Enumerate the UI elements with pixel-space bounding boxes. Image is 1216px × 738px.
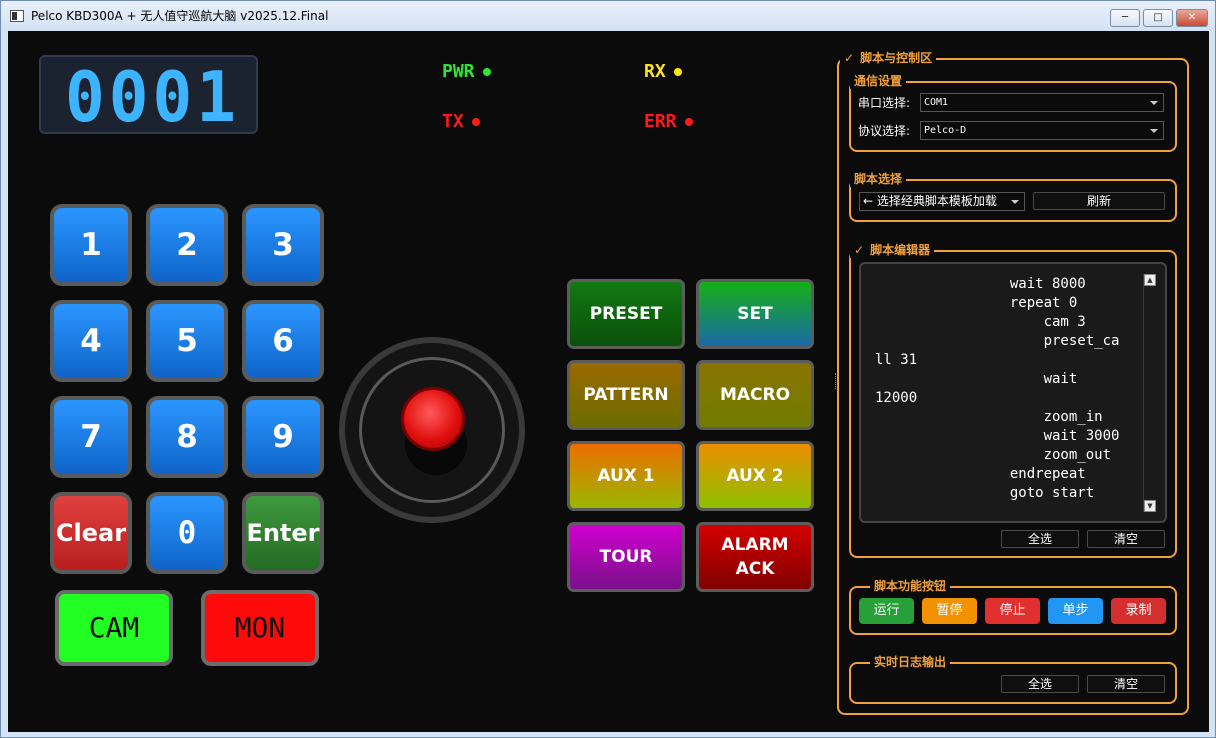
script-select-title: 脚本选择 xyxy=(850,170,907,187)
alarm-ack-button[interactable]: ALARM ACK xyxy=(696,522,814,592)
script-template-select[interactable]: ← 选择经典脚本模板加载 xyxy=(859,192,1025,211)
key-3-button[interactable]: 3 xyxy=(242,204,324,286)
channel-display-value: 0001 xyxy=(65,57,240,138)
port-select-value: COM1 xyxy=(924,97,949,108)
run-button[interactable]: 运行 xyxy=(859,598,914,624)
key-8-button[interactable]: 8 xyxy=(146,396,228,478)
maximize-button[interactable]: □ xyxy=(1143,9,1173,27)
clear-button[interactable]: Clear xyxy=(50,492,132,574)
ptz-joystick[interactable] xyxy=(339,337,525,523)
key-1-button[interactable]: 1 xyxy=(50,204,132,286)
mon-button[interactable]: MON xyxy=(201,590,319,666)
minimize-button[interactable]: ─ xyxy=(1110,9,1140,27)
tx-indicator-label: TX xyxy=(442,111,464,132)
channel-display: 0001 xyxy=(39,55,258,138)
pwr-indicator: PWR xyxy=(442,61,491,82)
err-indicator-label: ERR xyxy=(644,111,677,132)
panel-collapse-check-icon: ✓ xyxy=(844,51,855,65)
scroll-up-icon[interactable]: ▲ xyxy=(1144,274,1156,286)
close-button[interactable]: ✕ xyxy=(1176,9,1208,27)
editor-select-all-button[interactable]: 全选 xyxy=(1001,530,1079,548)
record-button[interactable]: 录制 xyxy=(1111,598,1166,624)
rx-indicator-label: RX xyxy=(644,61,666,82)
key-4-button[interactable]: 4 xyxy=(50,300,132,382)
set-button[interactable]: SET xyxy=(696,279,814,349)
key-7-button[interactable]: 7 xyxy=(50,396,132,478)
cam-button[interactable]: CAM xyxy=(55,590,173,666)
chevron-down-icon xyxy=(1150,101,1158,105)
err-indicator: ERR xyxy=(644,111,693,132)
key-5-button[interactable]: 5 xyxy=(146,300,228,382)
editor-scrollbar[interactable]: ▲ ▼ xyxy=(1143,274,1156,512)
err-led-icon xyxy=(684,118,693,126)
title-bar[interactable]: Pelco KBD300A + 无人值守巡航大脑 v2025.12.Final … xyxy=(1,1,1215,31)
pwr-led-icon xyxy=(482,68,491,76)
log-output-title: 实时日志输出 xyxy=(870,653,951,670)
comm-settings-group xyxy=(849,81,1177,152)
chevron-down-icon xyxy=(1011,200,1019,204)
chevron-down-icon xyxy=(1150,129,1158,133)
editor-clear-button[interactable]: 清空 xyxy=(1087,530,1165,548)
script-editor-title-text: 脚本编辑器 xyxy=(870,243,931,257)
panel-title-text: 脚本与控制区 xyxy=(860,51,933,65)
log-clear-button[interactable]: 清空 xyxy=(1087,675,1165,693)
preset-button[interactable]: PRESET xyxy=(567,279,685,349)
aux2-button[interactable]: AUX 2 xyxy=(696,441,814,511)
window-title: Pelco KBD300A + 无人值守巡航大脑 v2025.12.Final xyxy=(31,9,329,23)
port-select[interactable]: COM1 xyxy=(920,93,1164,112)
comm-settings-title: 通信设置 xyxy=(850,72,907,89)
script-editor[interactable]: wait 8000 repeat 0 cam 3 preset_ca ll 31… xyxy=(859,262,1167,523)
step-button[interactable]: 单步 xyxy=(1048,598,1103,624)
enter-button[interactable]: Enter xyxy=(242,492,324,574)
script-control-panel-title[interactable]: ✓ 脚本与控制区 xyxy=(840,49,937,66)
key-6-button[interactable]: 6 xyxy=(242,300,324,382)
macro-button[interactable]: MACRO xyxy=(696,360,814,430)
app-window: Pelco KBD300A + 无人值守巡航大脑 v2025.12.Final … xyxy=(0,0,1216,738)
pause-button[interactable]: 暂停 xyxy=(922,598,977,624)
log-select-all-button[interactable]: 全选 xyxy=(1001,675,1079,693)
scroll-down-icon[interactable]: ▼ xyxy=(1144,500,1156,512)
key-0-button[interactable]: 0 xyxy=(146,492,228,574)
stop-button[interactable]: 停止 xyxy=(985,598,1040,624)
protocol-select-value: Pelco-D xyxy=(924,125,967,136)
pattern-button[interactable]: PATTERN xyxy=(567,360,685,430)
protocol-select[interactable]: Pelco-D xyxy=(920,121,1164,140)
script-actions-title: 脚本功能按钮 xyxy=(870,577,951,594)
script-editor-content[interactable]: wait 8000 repeat 0 cam 3 preset_ca ll 31… xyxy=(875,275,1119,503)
client-area: 0001 PWR RX TX ERR 1 2 3 4 5 6 7 8 9 Cle… xyxy=(8,31,1209,732)
refresh-button[interactable]: 刷新 xyxy=(1033,192,1165,210)
joystick-knob[interactable] xyxy=(401,387,465,451)
tx-led-icon xyxy=(471,118,480,126)
tx-indicator: TX xyxy=(442,111,480,132)
rx-led-icon xyxy=(673,68,682,76)
script-template-select-value: ← 选择经典脚本模板加载 xyxy=(863,194,997,208)
pwr-indicator-label: PWR xyxy=(442,61,475,82)
app-icon xyxy=(10,10,24,22)
key-9-button[interactable]: 9 xyxy=(242,396,324,478)
key-2-button[interactable]: 2 xyxy=(146,204,228,286)
editor-collapse-check-icon: ✓ xyxy=(854,243,865,257)
tour-button[interactable]: TOUR xyxy=(567,522,685,592)
script-editor-title[interactable]: ✓ 脚本编辑器 xyxy=(850,241,935,258)
rx-indicator: RX xyxy=(644,61,682,82)
protocol-label: 协议选择: xyxy=(858,124,911,138)
aux1-button[interactable]: AUX 1 xyxy=(567,441,685,511)
port-label: 串口选择: xyxy=(858,96,911,110)
